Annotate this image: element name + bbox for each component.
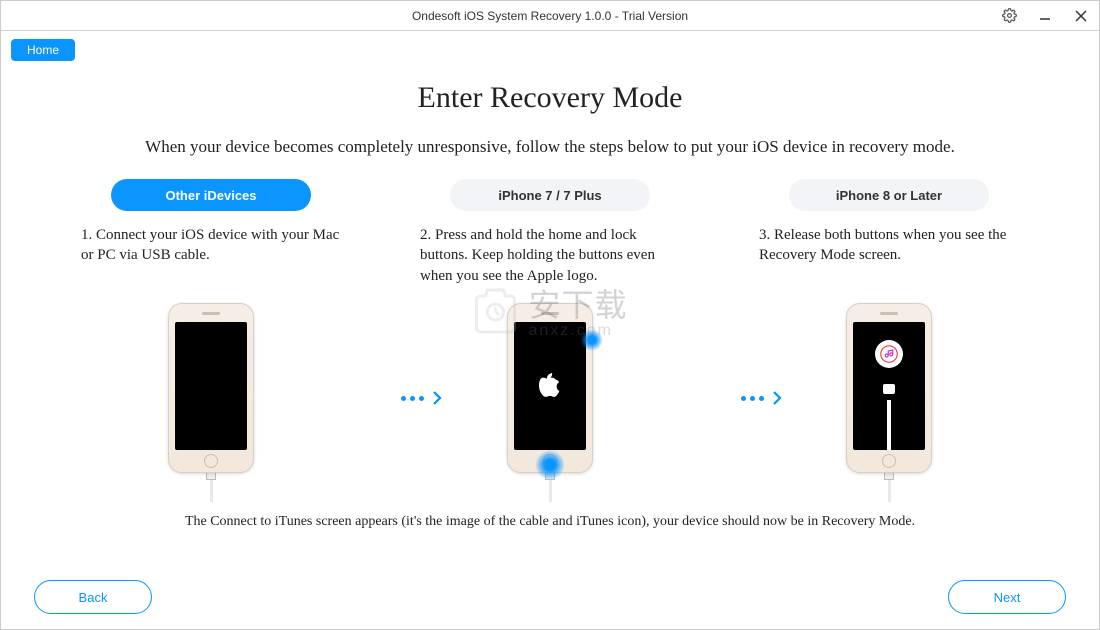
cable-icon: [887, 400, 891, 450]
footer-note: The Connect to iTunes screen appears (it…: [61, 514, 1039, 530]
page-subtitle: When your device becomes completely unre…: [61, 137, 1039, 157]
step-1-text: 1. Connect your iOS device with your Mac…: [81, 225, 341, 299]
step-column-3: iPhone 8 or Later 3. Release both button…: [739, 179, 1039, 502]
step-2-text: 2. Press and hold the home and lock butt…: [420, 225, 680, 299]
step-3-text: 3. Release both buttons when you see the…: [759, 225, 1019, 299]
itunes-icon: [875, 340, 903, 368]
tab-other-idevices[interactable]: Other iDevices: [111, 179, 311, 211]
back-button[interactable]: Back: [34, 580, 152, 614]
tab-iphone-8-later[interactable]: iPhone 8 or Later: [789, 179, 989, 211]
window-controls: [991, 1, 1099, 30]
cable-connector-icon: [883, 384, 895, 394]
page-title: Enter Recovery Mode: [61, 81, 1039, 115]
minimize-icon[interactable]: [1027, 1, 1063, 31]
window-title: Ondesoft iOS System Recovery 1.0.0 - Tri…: [1, 9, 1099, 23]
arrow-separator-icon: [741, 389, 786, 407]
next-button[interactable]: Next: [948, 580, 1066, 614]
step-column-1: Other iDevices 1. Connect your iOS devic…: [61, 179, 361, 502]
close-icon[interactable]: [1063, 1, 1099, 31]
home-button-highlight-icon: [535, 450, 565, 480]
step-column-2: iPhone 7 / 7 Plus 2. Press and hold the …: [400, 179, 700, 502]
phone-illustration-2: [507, 303, 593, 502]
home-button[interactable]: Home: [11, 39, 75, 61]
apple-logo-icon: [539, 373, 561, 399]
steps-row: Other iDevices 1. Connect your iOS devic…: [61, 179, 1039, 502]
settings-icon[interactable]: [991, 1, 1027, 31]
arrow-separator-icon: [401, 389, 446, 407]
phone-illustration-1: [168, 303, 254, 502]
bottom-nav: Back Next: [0, 580, 1100, 614]
lock-button-highlight-icon: [581, 329, 603, 351]
tab-iphone-7[interactable]: iPhone 7 / 7 Plus: [450, 179, 650, 211]
main-content: Enter Recovery Mode When your device bec…: [1, 61, 1099, 530]
phone-illustration-3: [846, 303, 932, 502]
title-bar: Ondesoft iOS System Recovery 1.0.0 - Tri…: [1, 1, 1099, 31]
